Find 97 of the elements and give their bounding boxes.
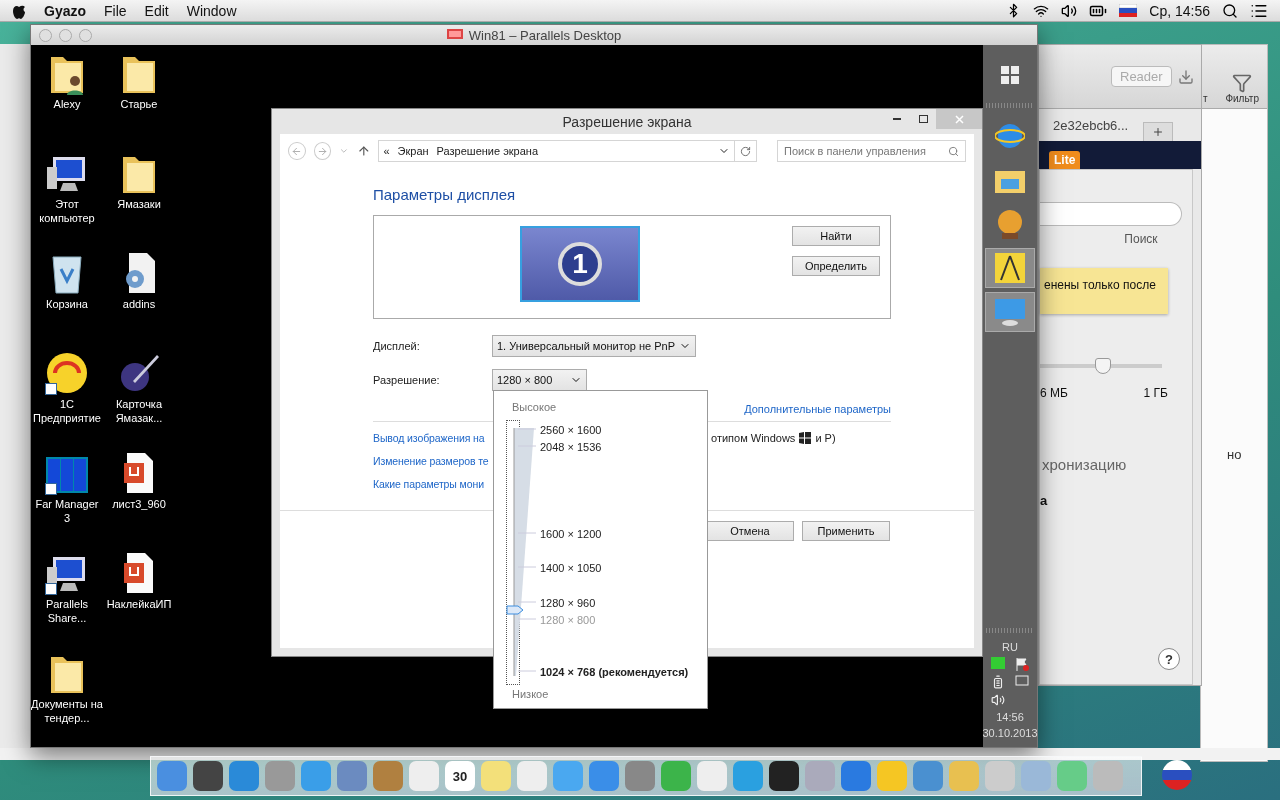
window-title: Win81 – Parallels Desktop [468, 27, 622, 43]
advanced-link[interactable]: Дополнительные параметры [744, 403, 891, 415]
history-caret-icon[interactable] [339, 146, 349, 156]
download-icon[interactable] [1177, 68, 1194, 85]
field-label: Разрешение: [373, 374, 441, 386]
dialog-button[interactable]: Найти [792, 226, 880, 246]
monitor-drawing[interactable]: 1 [520, 226, 640, 302]
search-icon[interactable] [1222, 2, 1238, 19]
language-indicator[interactable]: RU [1002, 641, 1018, 653]
app-icon[interactable] [193, 761, 223, 791]
filter-icon [1232, 73, 1253, 93]
lite-badge: Lite [1049, 151, 1081, 169]
menu-item[interactable]: File [104, 2, 127, 19]
close-icon [954, 114, 964, 124]
slider-thumb[interactable] [506, 605, 524, 615]
desktop-icon-label[interactable]: Far Manager 3 [31, 497, 103, 525]
taskbar-time[interactable]: 14:56 [996, 711, 1024, 723]
monitor-icon [446, 29, 463, 41]
maximize-icon [918, 115, 928, 123]
desktop-icon-label[interactable]: Этот компьютер [31, 197, 103, 225]
desktop-icon-label[interactable]: 1С Предприятие [31, 397, 103, 425]
desktop-icon-label[interactable]: addins [103, 297, 175, 311]
search-icon [948, 145, 959, 157]
display-dropdown[interactable]: 1. Универсальный монитор не PnP [492, 335, 696, 357]
flag-icon[interactable] [1119, 4, 1138, 17]
compass-tool-icon[interactable] [985, 248, 1035, 288]
desktop-icon-label[interactable]: Ямазаки [103, 197, 175, 211]
note-text: енены только после [1040, 268, 1168, 314]
search-field[interactable] [1040, 202, 1182, 226]
resolution-option[interactable]: 2560 × 1600 [540, 424, 602, 436]
resolution-dropdown[interactable]: 1280 × 800 [492, 369, 588, 391]
resolution-option[interactable]: 2048 × 1536 [540, 441, 602, 453]
slider-label: 6 МБ [1040, 386, 1068, 400]
browser-tab[interactable]: 2e32ebcb6... [1049, 118, 1133, 141]
scale-label: Низкое [512, 688, 549, 700]
option-label: хронизацию [1042, 456, 1128, 473]
desktop-icon-label[interactable]: Документы на тендер... [31, 697, 103, 725]
desktop-icon-label[interactable]: лист3_960 [103, 497, 175, 511]
display-icon[interactable] [1015, 675, 1029, 689]
app-logo-icon [45, 351, 89, 395]
option-label: а [1040, 493, 1049, 508]
slider-thumb[interactable] [1095, 358, 1111, 374]
search-field[interactable]: Поиск в панели управления [777, 140, 966, 162]
forward-arrow-icon [316, 145, 328, 157]
window-control[interactable] [59, 29, 72, 42]
desktop-icon-label[interactable]: Карточка Ямазак... [103, 397, 175, 425]
file-manager-icon [45, 455, 89, 495]
link-text: отипом Windows [711, 431, 796, 444]
refresh-icon [739, 145, 751, 157]
shortcut-badge [45, 583, 57, 595]
menu-item[interactable]: Edit [144, 2, 169, 19]
resolution-slider[interactable] [506, 420, 538, 685]
search-caption: Поиск [1124, 232, 1158, 246]
window-control[interactable] [79, 29, 92, 42]
desktop-icon-label[interactable]: НаклейкаИП [103, 597, 175, 611]
desktop-icon-label[interactable]: Корзина [31, 297, 103, 311]
address-bar[interactable]: « Экран Разрешение экрана [378, 140, 735, 162]
scale-label: Высокое [512, 401, 557, 413]
up-button[interactable] [356, 144, 371, 158]
volume-icon[interactable] [1061, 2, 1078, 19]
desktop-icon-label[interactable]: Alexy [31, 97, 103, 111]
dialog-button[interactable]: Применить [802, 521, 890, 541]
flag-alert-icon[interactable] [1015, 657, 1029, 671]
desktop-icon-label[interactable]: Старье [103, 97, 175, 111]
app-icon[interactable] [769, 761, 799, 791]
new-tab-button[interactable] [1143, 122, 1173, 141]
menu-item[interactable]: Window [186, 2, 237, 19]
slider-label: 1 ГБ [1143, 386, 1168, 400]
menu-clock[interactable]: Ср, 14:56 [1149, 2, 1210, 19]
refresh-button[interactable] [734, 140, 757, 162]
resolution-option[interactable]: 1280 × 960 [540, 597, 596, 609]
dialog-title: Разрешение экрана [562, 113, 692, 130]
flag-icon[interactable] [1162, 760, 1192, 790]
back-arrow-icon [291, 145, 303, 157]
dialog-button[interactable]: Отмена [706, 521, 794, 541]
dialog-button[interactable]: Определить [792, 256, 880, 276]
filter-button[interactable]: Фильтр [1225, 73, 1259, 104]
windows-logo-icon [799, 431, 812, 444]
section-heading: Параметры дисплея [373, 186, 517, 203]
minimize-icon [893, 118, 901, 120]
calendar-icon[interactable]: 30 [445, 761, 475, 791]
field-label: Дисплей: [373, 340, 421, 352]
tiles-icon [1001, 66, 1019, 84]
desktop-icon-label[interactable]: Parallels Share... [31, 597, 103, 625]
shortcut-badge [45, 483, 57, 495]
toolbar-label: т [1203, 93, 1208, 104]
plus-icon [1152, 126, 1164, 138]
shortcut-badge [45, 383, 57, 395]
body-text: но [1227, 447, 1243, 462]
resolution-option[interactable]: 1400 × 1050 [540, 562, 602, 574]
resolution-option[interactable]: 1600 × 1200 [540, 528, 602, 540]
link-text: и P) [815, 431, 836, 444]
app-menu[interactable]: Gyazo [44, 2, 86, 19]
taskbar-date[interactable]: 30.10.2013 [982, 727, 1038, 739]
help-button[interactable]: ? [1158, 648, 1180, 670]
resolution-option[interactable]: 1024 × 768 (рекомендуется) [540, 666, 689, 678]
window-control[interactable] [39, 29, 52, 42]
